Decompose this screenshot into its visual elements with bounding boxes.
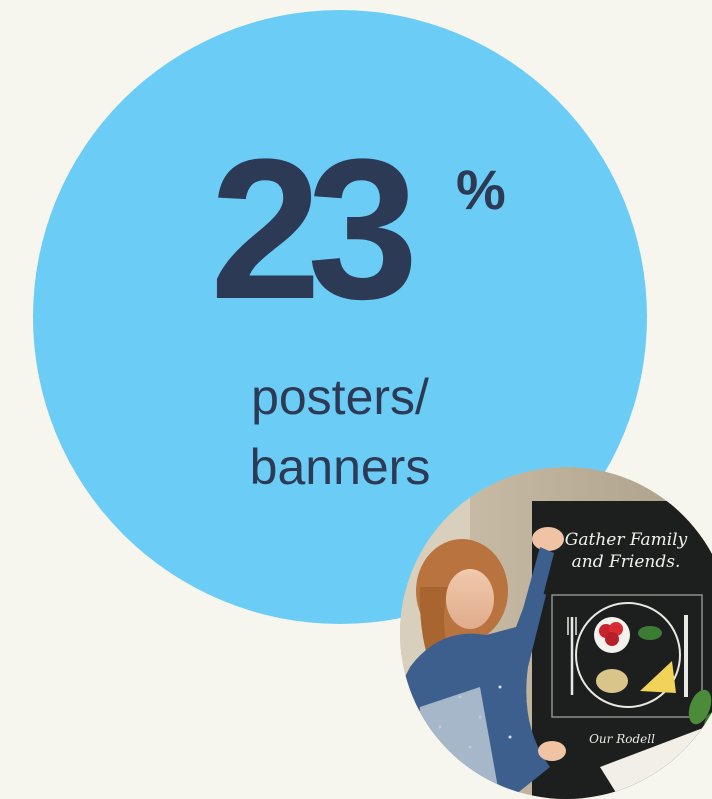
stat-label-line-2: banners bbox=[249, 439, 431, 495]
poster-footer: Our Rodell bbox=[589, 732, 655, 746]
stat-value: 23 bbox=[210, 118, 419, 341]
poster-headline-1: Gather Family bbox=[565, 530, 688, 550]
poster-photo: Gather Family and Friends. Our Rodell bbox=[400, 467, 712, 799]
woman-hand-lower bbox=[538, 741, 566, 761]
poster-headline-2: and Friends. bbox=[572, 552, 681, 572]
stat-label: posters/ banners bbox=[200, 362, 480, 502]
stat-unit: % bbox=[456, 158, 506, 221]
basil-leaf-icon bbox=[638, 626, 662, 640]
woman-face bbox=[446, 569, 494, 629]
stat-label-line-1: posters/ bbox=[251, 369, 429, 425]
knife-icon bbox=[684, 615, 688, 697]
pasta-icon bbox=[596, 669, 628, 693]
woman-hand-upper bbox=[532, 527, 564, 551]
poster-photo-illustration: Gather Family and Friends. Our Rodell bbox=[400, 467, 712, 799]
